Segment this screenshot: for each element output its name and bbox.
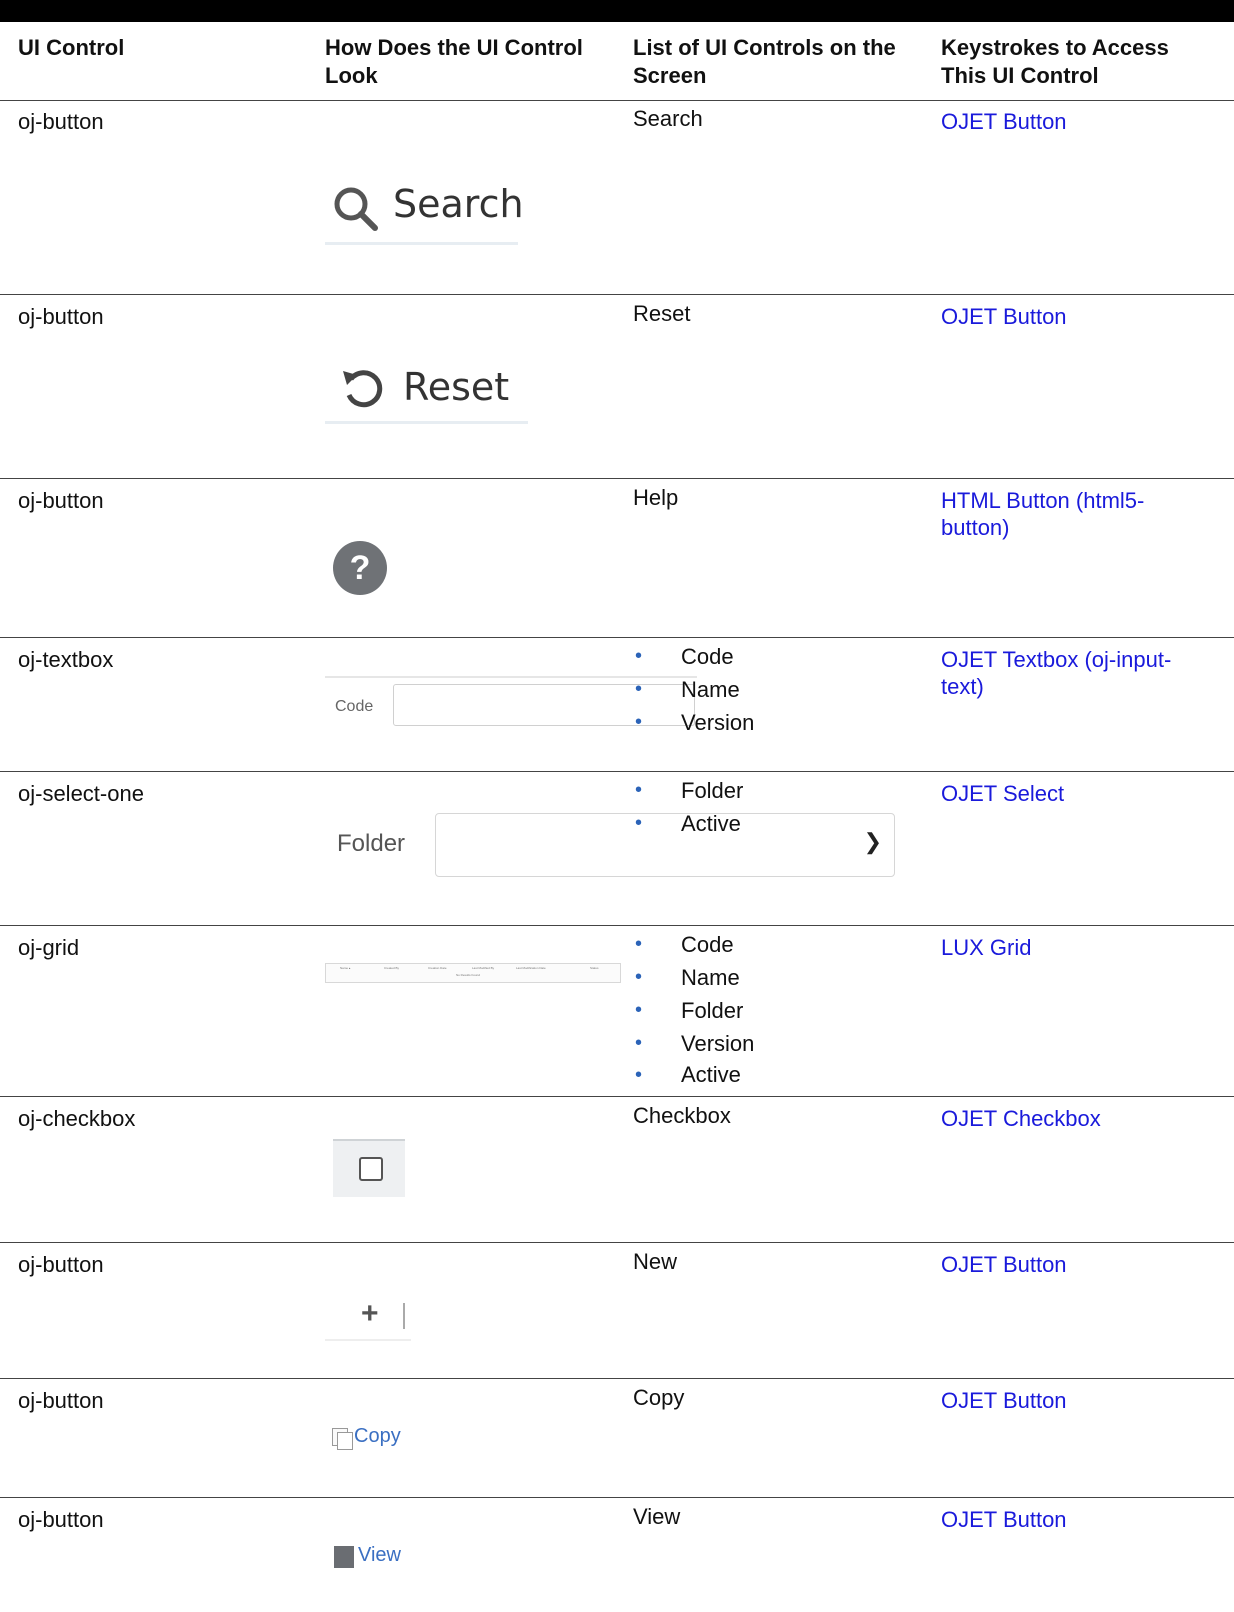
list-item: Search: [633, 106, 703, 131]
controls-list: Checkbox: [633, 1099, 731, 1132]
control-name: oj-grid: [18, 935, 80, 960]
grid-col-header: Created By: [384, 966, 400, 970]
toolbar-separator: [403, 1303, 405, 1329]
controls-list: Help: [633, 481, 678, 514]
controls-list: New: [633, 1245, 677, 1278]
control-name: oj-button: [18, 488, 104, 513]
table-row: oj-checkbox Checkbox OJET Checkbox: [0, 1097, 1234, 1243]
top-rule: [0, 0, 1234, 22]
list-item: • Version: [635, 1031, 755, 1056]
table-row: oj-textbox Code • Code • Name • Version OJE…: [0, 638, 1234, 772]
grid-col-header: Creation Date: [428, 966, 447, 970]
controls-list: • Folder • Active: [633, 774, 743, 840]
table-row: oj-button ? Help HTML Button (html5- butt…: [0, 479, 1234, 638]
list-item: • Code: [635, 932, 734, 957]
table-row: oj-button Copy Copy OJET Button: [0, 1379, 1234, 1498]
reset-label: Reset: [403, 365, 510, 409]
controls-list: View: [633, 1500, 680, 1533]
view-button-preview: View: [332, 1542, 422, 1572]
list-item: Copy: [633, 1385, 685, 1410]
controls-list: • Code • Name • Version: [633, 640, 754, 739]
list-item: View: [633, 1504, 681, 1529]
plus-icon: +: [361, 1297, 379, 1330]
textbox-label: Code: [335, 698, 374, 715]
controls-list: • Code • Name • Folder • Version • Active: [633, 928, 754, 1090]
control-name: oj-checkbox: [18, 1106, 136, 1131]
ojet-checkbox-link[interactable]: OJET Checkbox: [941, 1105, 1201, 1132]
reset-button-preview: Reset: [325, 339, 528, 424]
new-button-preview: +: [325, 1297, 411, 1341]
grid-preview: Name ▴ Created By Creation Date Last Mod…: [325, 963, 621, 983]
ojet-button-link[interactable]: OJET Button: [941, 1251, 1201, 1278]
select-preview: Folder ❯: [325, 810, 895, 880]
chevron-down-icon: ❯: [863, 829, 882, 854]
ojet-button-link[interactable]: OJET Button: [941, 108, 1201, 135]
control-name: oj-button: [18, 1507, 104, 1532]
header-look: How Does the UI Control Look: [325, 35, 583, 88]
grid-col-header: Status: [590, 966, 599, 970]
ojet-select-link[interactable]: OJET Select: [941, 780, 1201, 807]
list-item: • Active: [635, 1062, 741, 1087]
control-name: oj-button: [18, 304, 104, 329]
control-name: oj-button: [18, 1252, 104, 1277]
controls-list: Copy: [633, 1381, 684, 1414]
table-row: oj-button Reset Reset OJET Button: [0, 295, 1234, 479]
list-item: • Name: [635, 677, 740, 702]
ojet-textbox-link[interactable]: OJET Textbox (oj-input-text): [941, 646, 1201, 700]
header-list: List of UI Controls on the Screen: [633, 35, 896, 88]
list-item: Reset: [633, 301, 691, 326]
table-header: UI Control How Does the UI Control Look L…: [0, 32, 1234, 101]
list-item: • Name: [635, 965, 740, 990]
search-button-preview: Search: [325, 160, 524, 245]
list-item: Help: [633, 485, 679, 510]
ojet-button-link[interactable]: OJET Button: [941, 1506, 1201, 1533]
list-item: Checkbox: [633, 1103, 731, 1128]
list-item: • Folder: [635, 778, 744, 803]
controls-list: Search: [633, 102, 703, 135]
control-name: oj-select-one: [18, 781, 144, 806]
grid-col-header: Last Modification Date: [516, 966, 546, 970]
list-item: • Active: [635, 811, 741, 836]
list-item: • Folder: [635, 998, 744, 1023]
html-button-link[interactable]: HTML Button (html5- button): [941, 487, 1201, 541]
ojet-button-link[interactable]: OJET Button: [941, 1387, 1201, 1414]
ojet-button-link[interactable]: OJET Button: [941, 303, 1201, 330]
header-ui-control: UI Control: [18, 35, 125, 60]
grid-empty-text: No Results Found: [456, 973, 481, 977]
header-keystrokes: Keystrokes to Access This UI Control: [941, 35, 1169, 88]
control-name: oj-button: [18, 1388, 104, 1413]
lux-grid-link[interactable]: LUX Grid: [941, 934, 1201, 961]
list-item: • Version: [635, 710, 755, 735]
control-name: oj-button: [18, 109, 104, 134]
search-icon: [334, 187, 378, 231]
table-row: oj-grid Name ▴ Created By Creation Date …: [0, 926, 1234, 1097]
controls-list: Reset: [633, 297, 690, 330]
view-icon: [334, 1546, 354, 1568]
select-label: Folder: [337, 830, 406, 857]
table-row: oj-button Search Search OJET Button: [0, 100, 1234, 295]
grid-col-header: Last Modified By: [472, 966, 495, 970]
search-label: Search: [393, 182, 524, 226]
checkbox-icon: [359, 1157, 383, 1181]
grid-col-header: Name ▴: [340, 966, 351, 970]
checkbox-preview: [333, 1139, 405, 1197]
table-row: oj-select-one Folder ❯ • Folder • Active O…: [0, 772, 1234, 926]
control-name: oj-textbox: [18, 647, 114, 672]
table-row: oj-button + New OJET Button: [0, 1243, 1234, 1379]
reset-icon: [343, 370, 383, 408]
list-item: • Code: [635, 644, 734, 669]
copy-label: Copy: [354, 1425, 401, 1447]
table-row: oj-button View View OJET Button: [0, 1498, 1234, 1612]
copy-icon-front: [337, 1432, 353, 1450]
help-icon: ?: [333, 541, 387, 595]
copy-button-preview: Copy: [330, 1423, 420, 1455]
view-label: View: [358, 1544, 401, 1566]
list-item: New: [633, 1249, 678, 1274]
